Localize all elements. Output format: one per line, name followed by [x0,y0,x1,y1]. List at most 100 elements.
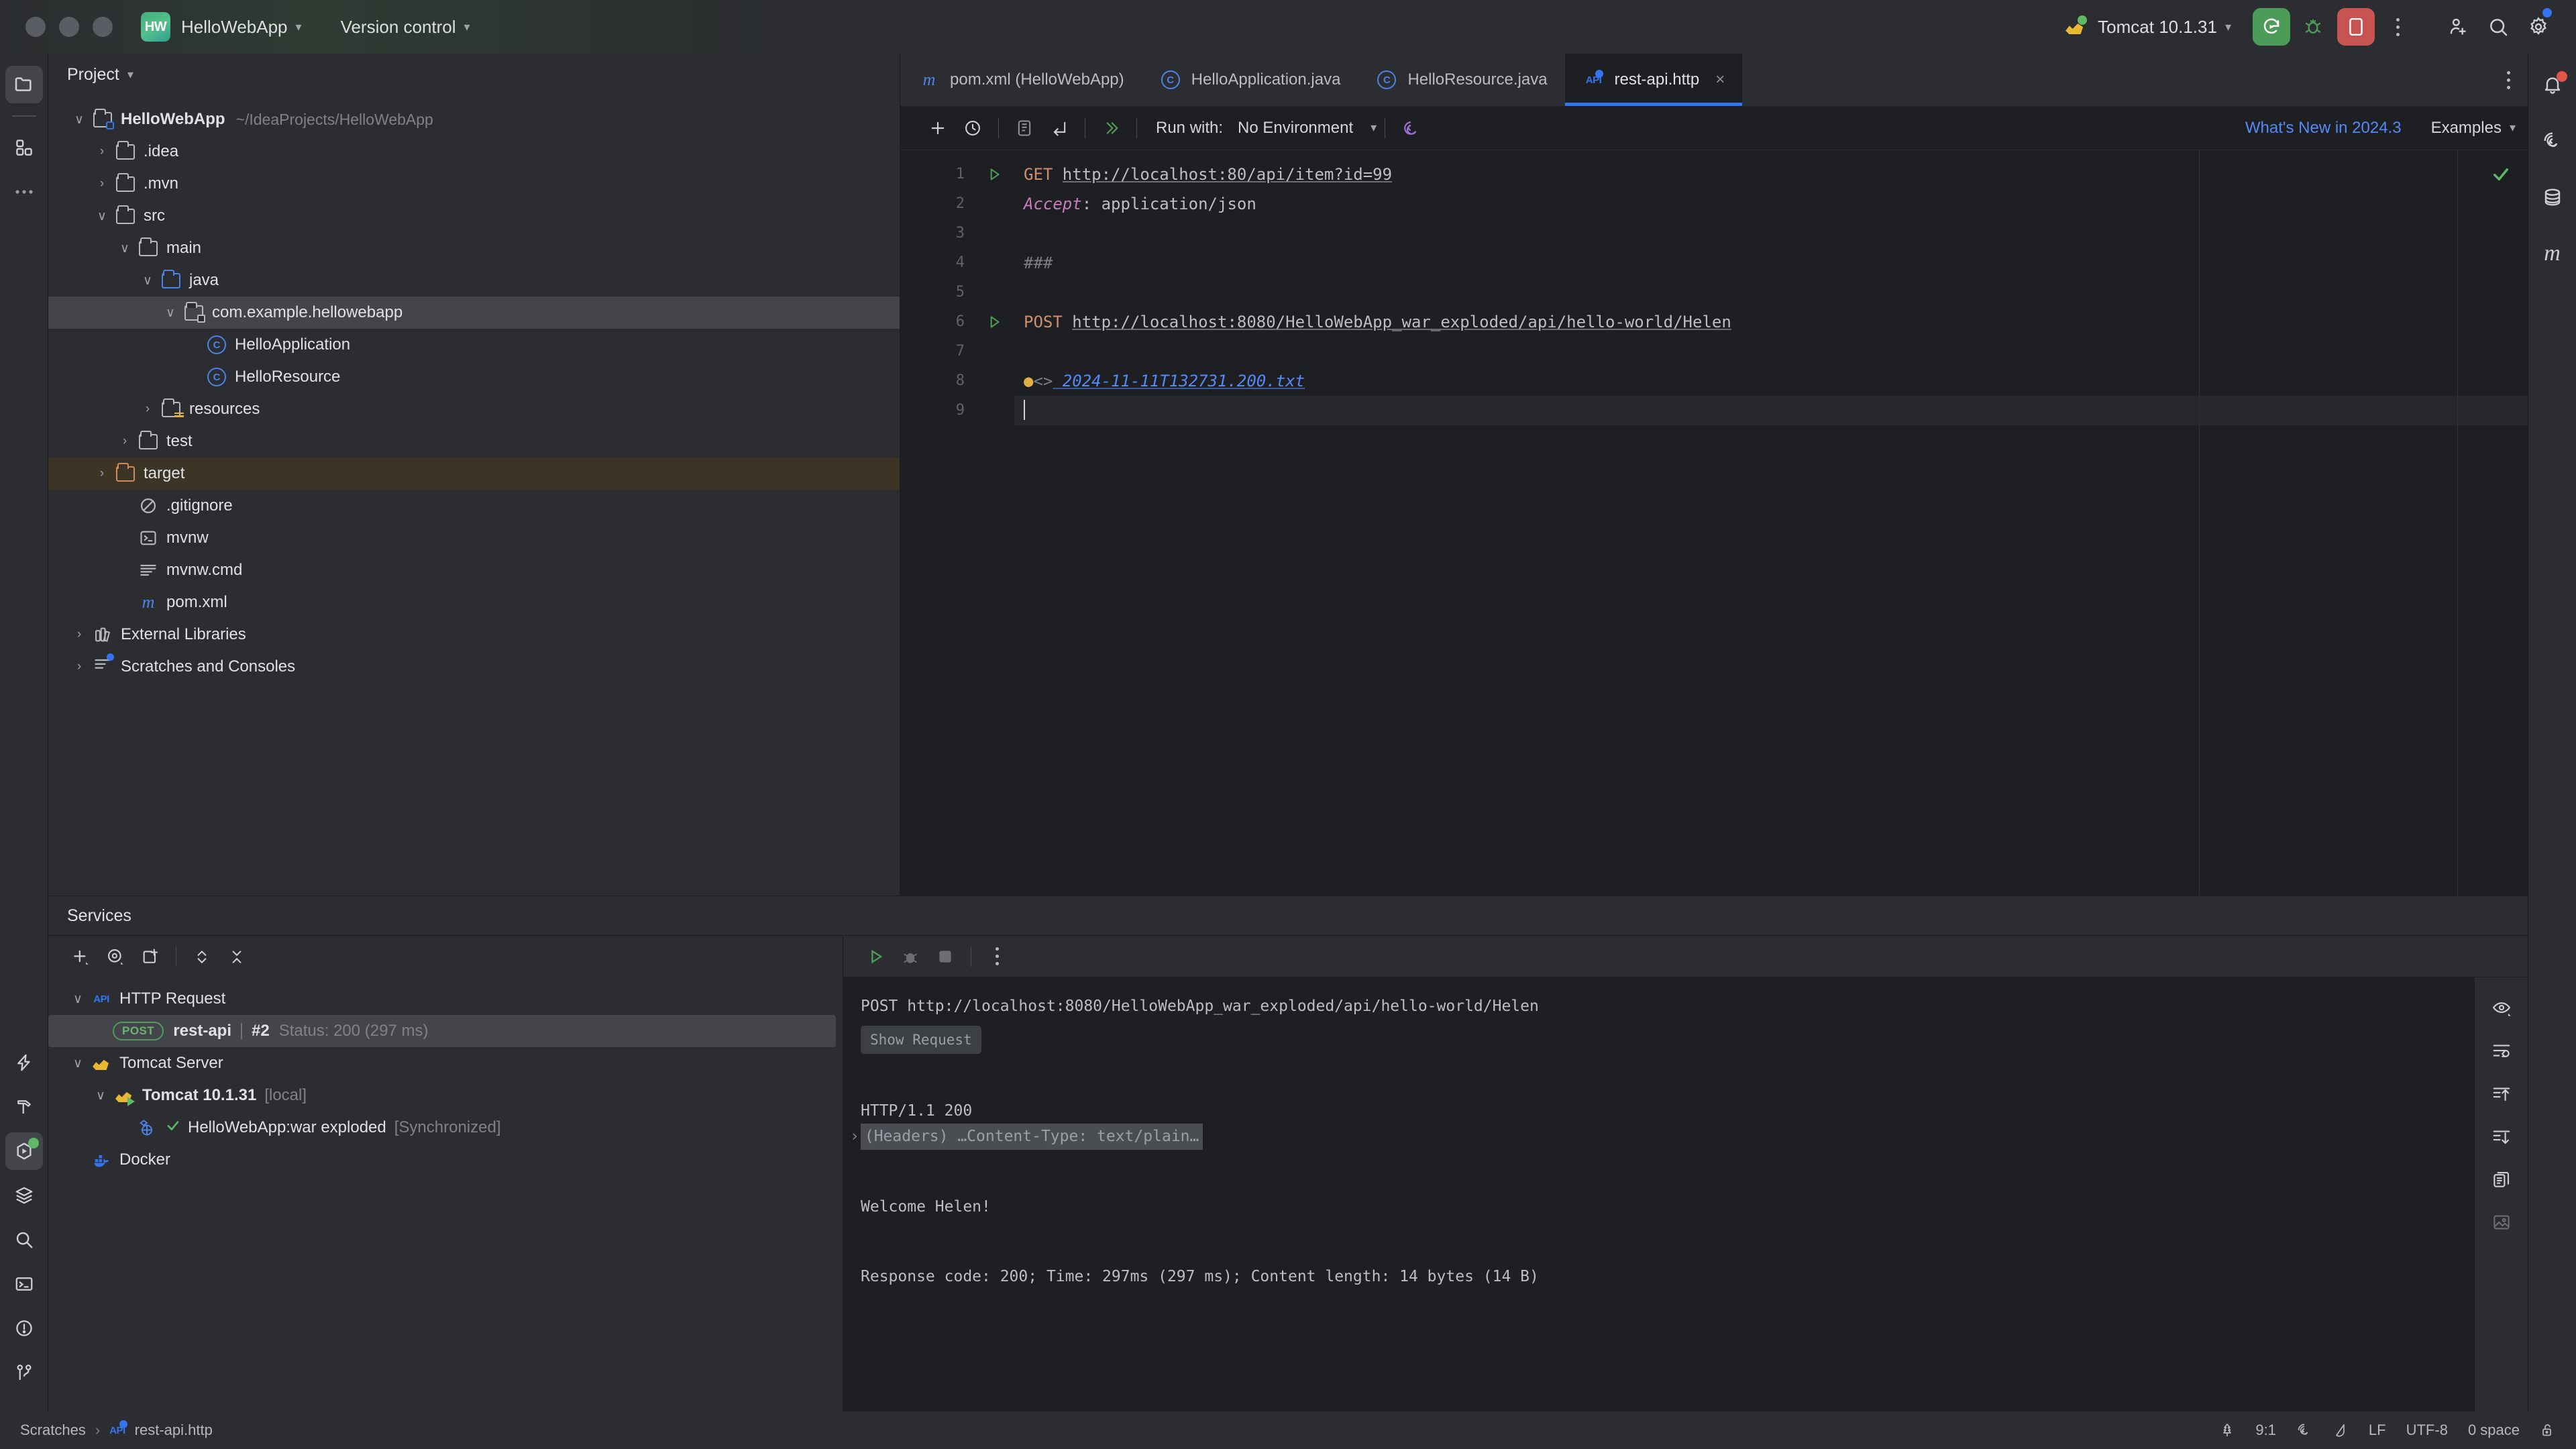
history-button[interactable] [955,111,990,146]
services-tool-window-button[interactable] [5,1132,43,1170]
project-tree-row[interactable]: ∨main [48,232,900,264]
run-with-selector[interactable]: Run with: No Environment ▾ [1156,119,1377,138]
new-tab-button[interactable] [133,939,168,974]
collapse-all-button[interactable] [219,939,254,974]
project-tree-row[interactable]: ›test [48,425,900,458]
chevron-down-icon[interactable]: ∨ [158,305,182,321]
services-tree-row[interactable]: Docker [48,1144,843,1176]
terminal-button[interactable] [5,1265,43,1303]
stop-button[interactable] [2337,8,2375,46]
preview-button[interactable] [2483,989,2520,1026]
project-tree-row[interactable]: ›External Libraries [48,619,900,651]
ai-assistant-button[interactable] [5,1044,43,1081]
add-request-button[interactable] [920,111,955,146]
response-headers-summary[interactable]: (Headers) …Content-Type: text/plain… [861,1124,1203,1150]
chevron-right-icon[interactable]: › [113,434,137,449]
project-tree-row[interactable]: ∨com.example.hellowebapp [48,297,900,329]
run-configuration-selector[interactable]: Tomcat 10.1.31 ▾ [2064,15,2231,38]
expand-headers-icon[interactable]: › [850,1128,859,1145]
code-editor[interactable]: 123456789 GET http://localhost:80/api/it… [900,150,2528,896]
services-tree-row[interactable]: POSTrest-api#2Status: 200 (297 ms) [48,1015,836,1047]
show-request-button[interactable]: Show Request [861,1026,981,1055]
layers-button[interactable] [5,1177,43,1214]
add-service-button[interactable] [63,939,98,974]
file-encoding[interactable]: UTF-8 [2406,1421,2448,1439]
structure-tool-window-button[interactable] [5,129,43,166]
project-tree-row[interactable]: ∨src [48,200,900,232]
services-tree-row[interactable]: ∨Tomcat Server [48,1047,843,1079]
services-tree-row[interactable]: ∨APIHTTP Request [48,983,843,1015]
debug-button[interactable] [2296,8,2330,46]
run-all-requests-button[interactable] [1093,111,1128,146]
editor-tabs-actions[interactable] [2507,54,2528,106]
response-headers-fold-row[interactable]: ›(Headers) …Content-Type: text/plain… [861,1124,2528,1150]
rerun-request-button[interactable] [858,939,893,974]
services-tree-row[interactable]: HelloWebApp:war exploded[Synchronized] [48,1112,843,1144]
editor-tab[interactable]: CHelloApplication.java [1142,54,1358,106]
indent-setting[interactable]: 0 space [2468,1421,2520,1439]
project-tree-row[interactable]: ›resources [48,393,900,425]
chevron-down-icon[interactable]: ∨ [66,991,90,1007]
save-image-button[interactable] [2483,1204,2520,1240]
editor-tab[interactable]: APIrest-api.http× [1565,54,1743,106]
chevron-down-icon[interactable]: ∨ [90,209,114,224]
chevron-right-icon[interactable]: › [67,659,91,674]
project-tree-row[interactable]: ›.mvn [48,168,900,200]
response-content[interactable]: POST http://localhost:8080/HelloWebApp_w… [843,977,2528,1411]
version-control-button[interactable] [5,1354,43,1391]
chevron-right-icon[interactable]: › [90,466,114,481]
window-controls[interactable] [25,17,113,37]
project-tree-row[interactable]: ›target [48,458,900,490]
close-icon[interactable]: × [1715,70,1725,89]
project-tree-row[interactable]: .gitignore [48,490,900,522]
intention-bulb-icon[interactable]: ● [1024,372,1033,390]
generate-code-button[interactable] [1393,111,1428,146]
line-separator[interactable]: LF [2369,1421,2386,1439]
maven-tool-window-button[interactable]: m [2534,235,2571,272]
chevron-right-icon[interactable]: › [136,402,160,417]
scroll-to-top-button[interactable] [2483,1075,2520,1112]
add-user-button[interactable] [2440,8,2475,46]
project-tree-row[interactable]: mpom.xml [48,586,900,619]
ai-chat-button[interactable] [2534,122,2571,160]
chevron-down-icon[interactable]: ∨ [136,273,160,288]
stop-request-button[interactable] [928,939,963,974]
ai-assistant-status-icon[interactable] [2296,1422,2312,1438]
copy-button[interactable] [2483,1161,2520,1197]
chevron-down-icon[interactable]: ∨ [113,241,137,256]
project-tree-row[interactable]: ∨java [48,264,900,297]
run-request-gutter-icon[interactable] [974,160,1014,189]
settings-button[interactable] [2521,8,2556,46]
problems-button[interactable] [5,1309,43,1347]
configure-service-button[interactable] [98,939,133,974]
close-window-button[interactable] [25,17,46,37]
response-more-button[interactable] [979,939,1014,974]
debug-request-button[interactable] [893,939,928,974]
more-actions-button[interactable] [2380,8,2415,46]
run-request-gutter-icon[interactable] [974,307,1014,337]
database-button[interactable] [2534,178,2571,216]
chevron-right-icon[interactable]: › [67,627,91,642]
services-tree-row[interactable]: ∨Tomcat 10.1.31[local] [48,1079,843,1112]
open-in-window-button[interactable] [1007,111,1042,146]
project-tree-row[interactable]: CHelloApplication [48,329,900,361]
project-tree-row[interactable]: ∨HelloWebApp~/IdeaProjects/HelloWebApp [48,103,900,136]
project-name-dropdown[interactable]: HelloWebApp ▾ [170,17,302,38]
project-tree-row[interactable]: ›Scratches and Consoles [48,651,900,683]
editor-tab[interactable]: CHelloResource.java [1358,54,1564,106]
maximize-window-button[interactable] [93,17,113,37]
project-tool-window-button[interactable] [5,66,43,103]
find-button[interactable] [5,1221,43,1258]
minimize-window-button[interactable] [59,17,79,37]
inspections-icon[interactable] [2332,1422,2349,1438]
soft-wrap-button[interactable] [2483,1032,2520,1069]
convert-button[interactable] [1042,111,1077,146]
breadcrumb-root[interactable]: Scratches [20,1421,86,1439]
rerun-button[interactable] [2253,8,2290,46]
more-tool-windows-button[interactable] [5,173,43,211]
chevron-right-icon[interactable]: › [90,144,114,159]
expand-collapse-button[interactable] [184,939,219,974]
chevron-down-icon[interactable]: ∨ [66,1056,90,1071]
examples-dropdown[interactable]: Examples ▾ [2431,119,2516,138]
project-panel-header[interactable]: Project ▾ [48,54,900,95]
